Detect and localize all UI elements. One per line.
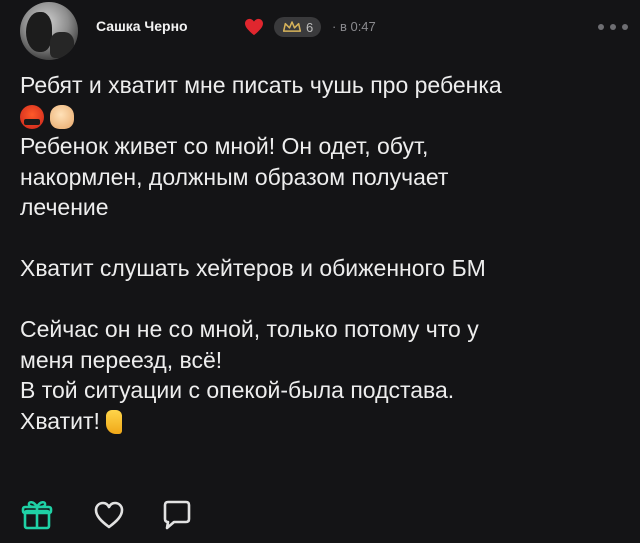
- post-line: Хватит!: [20, 407, 100, 434]
- post-line: лечение: [20, 194, 109, 220]
- crown-icon: [282, 21, 302, 32]
- post-body: Ребят и хватит мне писать чушь про ребен…: [20, 70, 620, 436]
- comment-icon[interactable]: [160, 498, 194, 532]
- post-line: Хватит слушать хейтеров и обиженного БМ: [20, 255, 486, 281]
- author-name[interactable]: Сашка Черно: [96, 18, 188, 34]
- post-line: Сейчас он не со мной, только потому что …: [20, 316, 479, 342]
- post-header: Сашка Черно 6 · в 0:47: [20, 0, 630, 60]
- more-icon[interactable]: [596, 22, 630, 32]
- post-line-last: Хватит!: [20, 406, 620, 437]
- post-time: · в 0:47: [332, 19, 376, 34]
- avatar[interactable]: [20, 2, 78, 60]
- badge-count: 6: [306, 19, 314, 35]
- action-bar: [20, 498, 220, 538]
- post-line: Ребенок живет со мной! Он одет, обут,: [20, 133, 429, 159]
- like-icon[interactable]: [92, 498, 126, 532]
- ok-hand-emoji: [50, 104, 75, 129]
- angry-face-emoji: [20, 104, 44, 129]
- donor-badge[interactable]: 6: [274, 17, 322, 37]
- post-line: меня переезд, всё!: [20, 346, 223, 373]
- post-line: В той ситуации с опекой-была подстава.: [20, 377, 455, 403]
- post-line: накормлен, должным образом получает: [20, 163, 449, 190]
- nail-polish-emoji: [106, 409, 123, 434]
- heart-icon: [245, 18, 263, 36]
- post-line: Ребят и хватит мне писать чушь про ребен…: [20, 72, 502, 98]
- emoji-row: [20, 101, 620, 132]
- gift-icon[interactable]: [20, 498, 54, 532]
